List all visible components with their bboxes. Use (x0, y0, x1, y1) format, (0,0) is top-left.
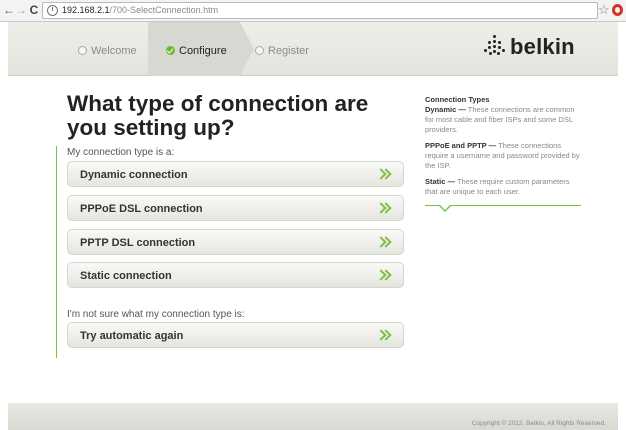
address-text[interactable]: 192.168.2.1/700-SelectConnection.htm (62, 5, 218, 15)
option-label: Dynamic connection (80, 169, 188, 181)
option-label: PPTP DSL connection (80, 237, 196, 249)
forward-arrow-icon[interactable]: → (14, 3, 28, 17)
reload-icon[interactable]: C (27, 3, 41, 17)
double-chevron-right-icon (377, 202, 391, 215)
logo-dots-icon (484, 35, 506, 57)
unsure-prompt: I'm not sure what my connection type is: (67, 309, 245, 320)
option-label: PPPoE DSL connection (80, 203, 203, 215)
step-configure[interactable]: Configure (166, 45, 227, 57)
connection-type-prompt: My connection type is a: (67, 147, 175, 158)
page-footer: Copyright © 2012. Belkin, All Rights Res… (8, 403, 618, 430)
belkin-logo: belkin (484, 34, 575, 60)
help-pointer-icon (438, 204, 452, 212)
step-label: Register (268, 45, 309, 57)
page-title: What type of connection are you setting … (67, 91, 369, 140)
browser-toolbar: ← → C 192.168.2.1/700-SelectConnection.h… (0, 0, 626, 22)
dynamic-connection-button[interactable]: Dynamic connection (67, 161, 404, 187)
try-automatic-again-button[interactable]: Try automatic again (67, 322, 404, 348)
double-chevron-right-icon (377, 168, 391, 181)
help-item-pppoe-pptp: PPPoE and PPTP — These connections requi… (425, 141, 580, 170)
double-chevron-right-icon (377, 329, 391, 342)
copyright-text: Copyright © 2012. Belkin, All Rights Res… (471, 420, 606, 427)
step-register[interactable]: Register (255, 45, 309, 57)
wizard-header: Welcome Configure Register belkin (8, 22, 618, 76)
step-label: Configure (179, 45, 227, 57)
browser-menu-icon[interactable] (612, 4, 623, 16)
step-label: Welcome (91, 45, 137, 57)
logo-text: belkin (510, 34, 575, 59)
step-circle-icon (255, 46, 264, 55)
step-circle-icon (78, 46, 87, 55)
connection-types-help: Connection Types Dynamic — These connect… (425, 95, 583, 203)
page-info-icon[interactable] (47, 5, 58, 16)
help-title: Connection Types (425, 95, 490, 104)
double-chevron-right-icon (377, 236, 391, 249)
accent-divider (56, 146, 57, 358)
pppoe-dsl-connection-button[interactable]: PPPoE DSL connection (67, 195, 404, 221)
help-item-static: Static — These require custom parameters… (425, 177, 570, 196)
option-label: Try automatic again (80, 330, 184, 342)
address-bar[interactable]: 192.168.2.1/700-SelectConnection.htm (42, 2, 598, 19)
help-item-dynamic: Dynamic — These connections are common f… (425, 105, 575, 134)
static-connection-button[interactable]: Static connection (67, 262, 404, 288)
double-chevron-right-icon (377, 269, 391, 282)
checkmark-icon (166, 46, 175, 55)
step-welcome[interactable]: Welcome (78, 45, 137, 57)
option-label: Static connection (80, 270, 172, 282)
bookmark-star-icon[interactable]: ☆ (598, 3, 610, 17)
pptp-dsl-connection-button[interactable]: PPTP DSL connection (67, 229, 404, 255)
